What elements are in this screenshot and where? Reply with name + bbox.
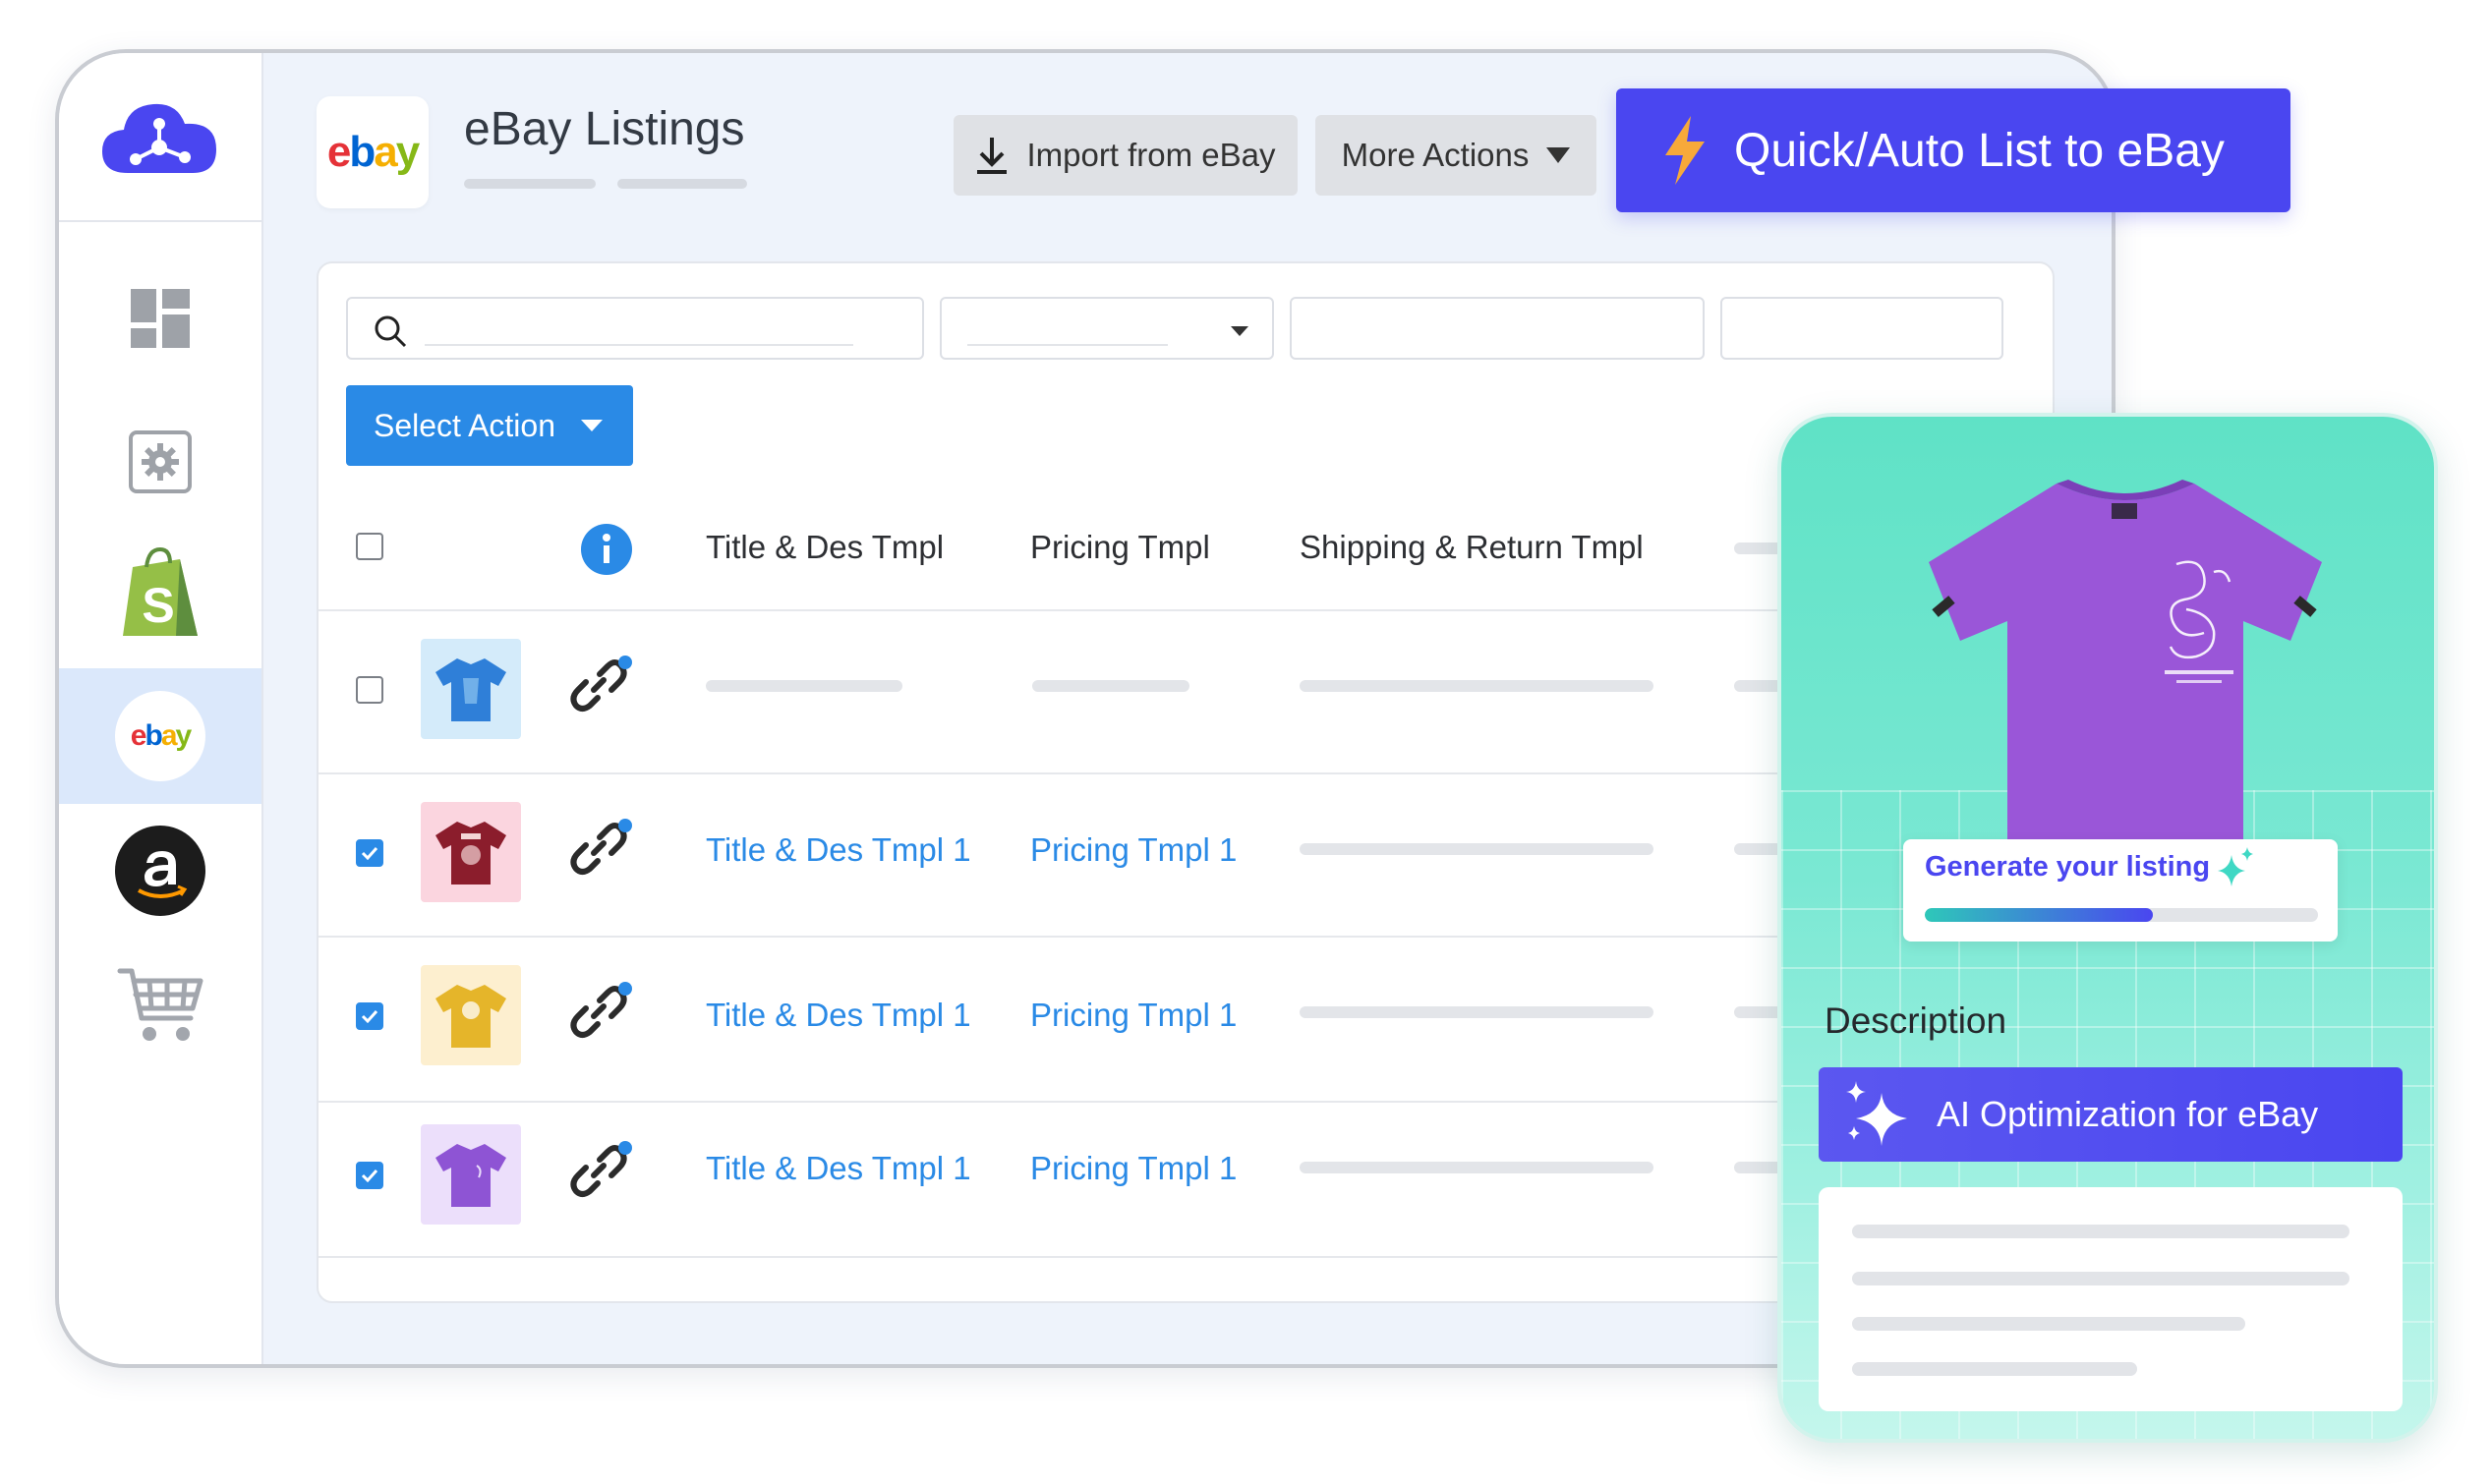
sidebar-item-shopify[interactable]: S	[59, 539, 261, 647]
checkmark-icon	[361, 1009, 378, 1023]
pricing-tmpl-link[interactable]: Pricing Tmpl 1	[1030, 1150, 1237, 1187]
pricing-tmpl-link[interactable]: Pricing Tmpl 1	[1030, 997, 1237, 1034]
tshirt-icon	[435, 1144, 506, 1207]
more-actions-label: More Actions	[1341, 137, 1530, 173]
column-header-pricing-tmpl[interactable]: Pricing Tmpl	[1030, 529, 1210, 566]
link-icon[interactable]	[570, 818, 633, 881]
ebay-logo-text: ebay	[326, 128, 420, 176]
shipping-tmpl-placeholder	[1300, 1162, 1653, 1173]
tshirt-icon	[435, 985, 506, 1048]
ai-optimization-button[interactable]: AI Optimization for eBay	[1819, 1067, 2403, 1162]
title-placeholder-line	[617, 179, 747, 189]
generate-progress-bar	[1925, 908, 2318, 922]
amazon-logo-icon	[115, 826, 205, 916]
shopify-bag-icon: S	[123, 546, 198, 636]
sidebar: S ebay	[59, 53, 263, 1364]
amazon-a-glyph	[138, 851, 188, 898]
select-action-label: Select Action	[374, 407, 555, 443]
dropdown-underline	[967, 344, 1168, 346]
product-thumbnail[interactable]	[421, 1124, 521, 1225]
sidebar-item-cart[interactable]	[59, 957, 261, 1056]
shipping-tmpl-placeholder	[1300, 843, 1653, 855]
download-icon	[977, 138, 1008, 174]
description-label: Description	[1825, 1000, 2007, 1041]
quick-auto-list-button[interactable]: Quick/Auto List to eBay	[1616, 88, 2290, 212]
filter-dropdown[interactable]	[940, 297, 1274, 360]
text-placeholder-line	[1852, 1317, 2245, 1331]
ebay-logo-icon: ebay	[115, 691, 205, 781]
row-checkbox[interactable]	[356, 839, 383, 867]
title-tmpl-link[interactable]: Title & Des Tmpl 1	[706, 831, 971, 869]
info-icon[interactable]	[580, 523, 633, 576]
generate-listing-box[interactable]: Generate your listing	[1903, 839, 2338, 942]
sidebar-item-ebay[interactable]: ebay	[59, 668, 261, 804]
search-icon	[375, 315, 407, 348]
sidebar-item-settings[interactable]	[59, 413, 261, 511]
pricing-tmpl-placeholder	[1032, 680, 1189, 692]
import-from-ebay-button[interactable]: Import from eBay	[954, 115, 1298, 196]
sparkle-icon	[2218, 847, 2253, 886]
ai-listing-card: Generate your listing Description AI Opt…	[1777, 413, 2438, 1443]
description-textbox[interactable]	[1819, 1187, 2403, 1411]
row-checkbox[interactable]	[356, 676, 383, 704]
caret-down-icon	[1546, 147, 1571, 163]
row-checkbox[interactable]	[356, 1002, 383, 1030]
product-thumbnail[interactable]	[421, 802, 521, 902]
cart-icon	[117, 968, 203, 1041]
lightning-icon	[1665, 116, 1705, 185]
generate-listing-label: Generate your listing	[1925, 851, 2211, 883]
search-underline	[425, 344, 853, 346]
tshirt-icon	[435, 658, 506, 721]
select-all-checkbox[interactable]	[356, 533, 383, 560]
product-thumbnail[interactable]	[421, 965, 521, 1065]
pricing-tmpl-link[interactable]: Pricing Tmpl 1	[1030, 831, 1237, 869]
checkmark-icon	[361, 1169, 378, 1182]
ai-optimization-label: AI Optimization for eBay	[1937, 1094, 2319, 1134]
purple-tshirt-image	[1929, 480, 2322, 877]
gear-icon	[129, 430, 192, 493]
sparkles-icon	[1846, 1081, 1907, 1146]
shipping-tmpl-placeholder	[1300, 680, 1653, 692]
link-icon[interactable]	[570, 655, 633, 717]
filter-field[interactable]	[1720, 297, 2003, 360]
more-actions-button[interactable]: More Actions	[1315, 115, 1596, 196]
import-button-label: Import from eBay	[1026, 137, 1276, 173]
quick-list-label: Quick/Auto List to eBay	[1734, 124, 2225, 177]
text-placeholder-line	[1852, 1362, 2137, 1376]
svg-text:S: S	[142, 578, 174, 633]
ebay-logo-text: ebay	[130, 719, 192, 752]
caret-down-icon	[581, 420, 603, 431]
title-tmpl-link[interactable]: Title & Des Tmpl 1	[706, 1150, 971, 1187]
page-title: eBay Listings	[464, 103, 745, 155]
filter-field[interactable]	[1290, 297, 1705, 360]
column-header-title-tmpl[interactable]: Title & Des Tmpl	[706, 529, 944, 566]
caret-down-icon	[1231, 326, 1248, 336]
row-checkbox[interactable]	[356, 1162, 383, 1189]
sidebar-item-amazon[interactable]	[59, 822, 261, 920]
column-header-shipping-tmpl[interactable]: Shipping & Return Tmpl	[1300, 529, 1644, 566]
shipping-tmpl-placeholder	[1300, 1006, 1653, 1018]
text-placeholder-line	[1852, 1272, 2349, 1285]
link-icon[interactable]	[570, 1140, 633, 1203]
product-thumbnail[interactable]	[421, 639, 521, 739]
text-placeholder-line	[1852, 1225, 2349, 1238]
select-action-button[interactable]: Select Action	[346, 385, 633, 466]
ebay-header-logo: ebay	[317, 96, 429, 208]
checkmark-icon	[361, 846, 378, 860]
app-logo[interactable]	[59, 53, 261, 222]
link-icon[interactable]	[570, 981, 633, 1044]
dashboard-grid-icon	[131, 289, 190, 348]
cloud-network-icon	[102, 103, 216, 173]
title-tmpl-placeholder	[706, 680, 902, 692]
title-tmpl-link[interactable]: Title & Des Tmpl 1	[706, 997, 971, 1034]
title-placeholder-line	[464, 179, 596, 189]
tshirt-icon	[435, 822, 506, 885]
search-input[interactable]	[346, 297, 924, 360]
generate-progress-fill	[1925, 908, 2153, 922]
sidebar-item-dashboard[interactable]	[59, 269, 261, 368]
